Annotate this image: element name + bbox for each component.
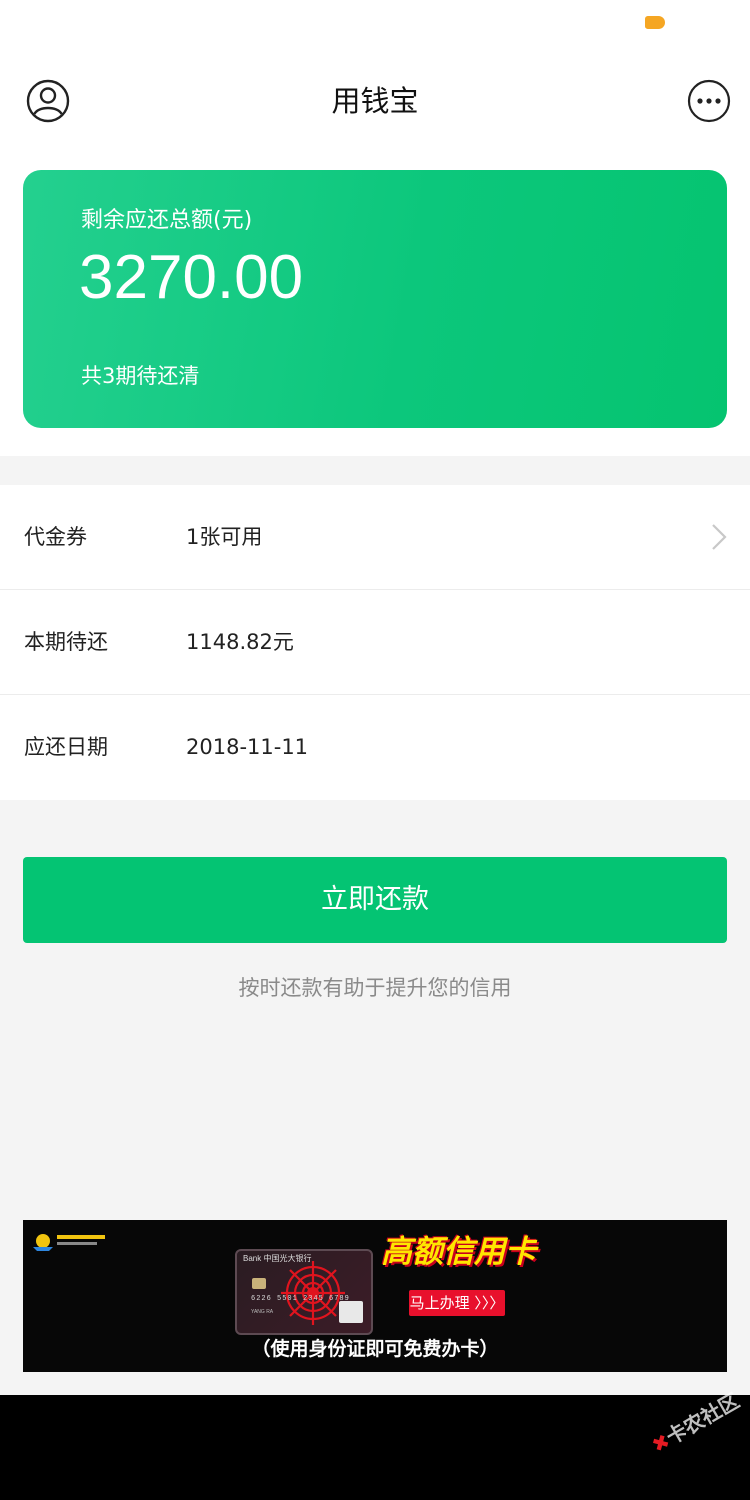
repayment-details-list: 代金券 1张可用 本期待还 1148.82元 应还日期 2018-11-11 bbox=[0, 485, 750, 800]
bottom-bar bbox=[0, 1395, 750, 1500]
status-indicator bbox=[645, 16, 665, 29]
current-due-value: 1148.82元 bbox=[186, 630, 294, 654]
due-date-row: 应还日期 2018-11-11 bbox=[0, 695, 750, 800]
advertiser-logo bbox=[31, 1227, 111, 1253]
apply-now-button[interactable]: 马上办理 〉〉〉 bbox=[409, 1290, 505, 1316]
bank-card-chip bbox=[252, 1278, 266, 1289]
voucher-label: 代金券 bbox=[24, 525, 87, 549]
total-due-label: 剩余应还总额(元) bbox=[81, 208, 253, 233]
bank-card-number: 6226 5501 2345 6789 bbox=[251, 1295, 350, 1303]
due-date-label: 应还日期 bbox=[24, 735, 108, 759]
repayment-summary-card: 剩余应还总额(元) 3270.00 共3期待还清 bbox=[23, 170, 727, 428]
total-due-amount: 3270.00 bbox=[79, 243, 304, 312]
more-circle-icon[interactable] bbox=[687, 79, 731, 123]
ad-headline: 高额信用卡 bbox=[381, 1234, 536, 1270]
ad-subtitle: （使用身份证即可免费办卡） bbox=[251, 1338, 499, 1360]
bank-card-holder: YANG RA bbox=[251, 1309, 274, 1315]
repay-now-button[interactable]: 立即还款 bbox=[23, 857, 727, 943]
bank-card-image: Bank 中国光大银行 6226 5501 2345 6789 YANG RA bbox=[235, 1249, 373, 1335]
credit-hint-text: 按时还款有助于提升您的信用 bbox=[238, 976, 512, 1000]
periods-remaining: 共3期待还清 bbox=[81, 364, 200, 388]
page-title: 用钱宝 bbox=[331, 84, 419, 118]
current-due-label: 本期待还 bbox=[24, 630, 108, 654]
chevron-right-icon bbox=[708, 522, 730, 552]
credit-card-ad-banner[interactable]: Bank 中国光大银行 6226 5501 2345 6789 YANG RA … bbox=[23, 1220, 727, 1372]
due-date-value: 2018-11-11 bbox=[186, 735, 309, 759]
current-due-row: 本期待还 1148.82元 bbox=[0, 590, 750, 695]
header-area: 用钱宝 剩余应还总额(元) 3270.00 共3期待还清 bbox=[0, 0, 750, 456]
unionpay-logo bbox=[339, 1301, 363, 1323]
voucher-row[interactable]: 代金券 1张可用 bbox=[0, 485, 750, 590]
voucher-value: 1张可用 bbox=[186, 525, 263, 549]
